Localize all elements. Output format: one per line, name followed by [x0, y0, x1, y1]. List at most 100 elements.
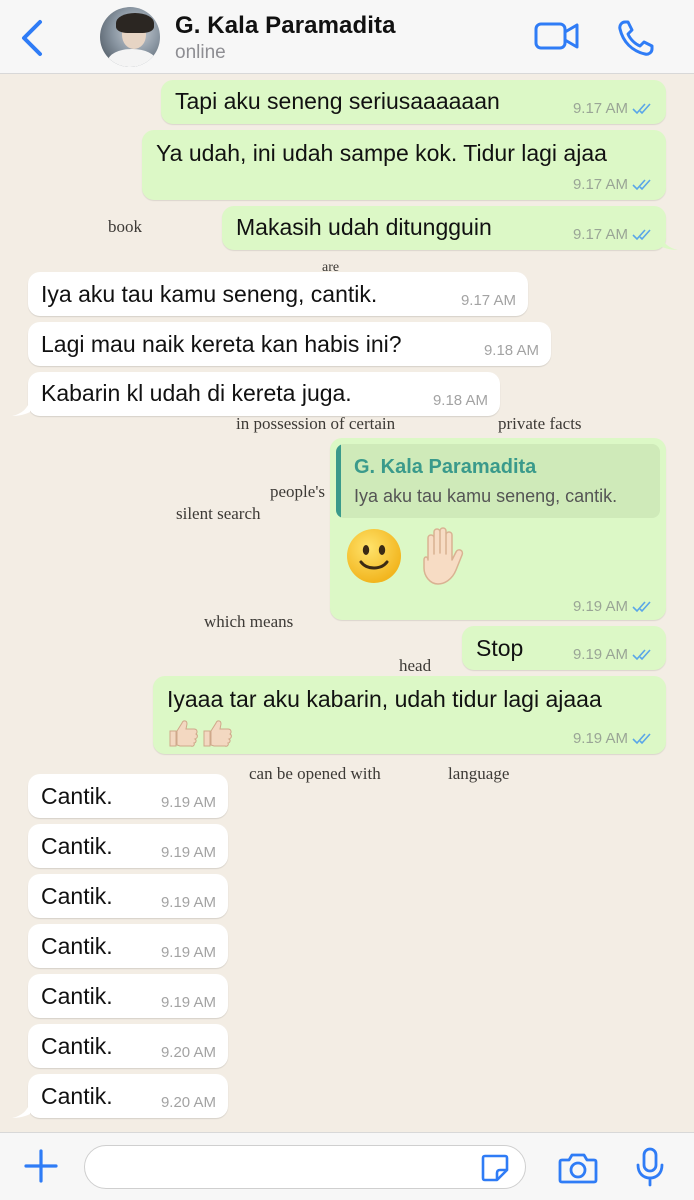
message-meta: 9.20 AM: [161, 1044, 216, 1061]
message-text: Iyaaa tar aku kabarin, udah tidur lagi a…: [167, 686, 602, 712]
incoming-message[interactable]: Kabarin kl udah di kereta juga. 9.18 AM: [28, 372, 500, 416]
camera-icon[interactable]: [558, 1151, 598, 1185]
outgoing-reply-message[interactable]: G. Kala Paramadita Iya aku tau kamu sene…: [330, 438, 666, 620]
message-composer-bar: [0, 1132, 694, 1200]
message-time: 9.20 AM: [160, 1044, 216, 1061]
raised-hand-emoji: [423, 527, 464, 585]
plus-icon[interactable]: [24, 1149, 58, 1183]
quoted-message[interactable]: G. Kala Paramadita Iya aku tau kamu sene…: [336, 444, 660, 518]
message-text: Cantik.: [41, 933, 113, 959]
quoted-text: Iya aku tau kamu seneng, cantik.: [354, 486, 618, 506]
bubble-tail: [12, 1102, 30, 1118]
message-text: Kabarin kl udah di kereta juga.: [41, 380, 352, 406]
message-text: Cantik.: [41, 1083, 113, 1109]
quoted-sender: G. Kala Paramadita: [354, 456, 537, 478]
read-receipt-icon: [632, 103, 651, 115]
chat-header: G. Kala Paramadita online: [0, 0, 694, 74]
message-time: 9.19 AM: [160, 894, 216, 911]
message-meta: 9.19 AM: [161, 944, 216, 961]
incoming-message[interactable]: Lagi mau naik kereta kan habis ini? 9.18…: [28, 322, 551, 366]
incoming-message[interactable]: Cantik. 9.19 AM: [28, 924, 228, 968]
wallpaper-text: book: [108, 217, 142, 236]
message-time: 9.19 AM: [160, 794, 216, 811]
chat-area[interactable]: book are in possession of certain privat…: [0, 74, 694, 1132]
wallpaper-text: private facts: [498, 414, 582, 433]
contact-name[interactable]: G. Kala Paramadita: [175, 12, 396, 40]
microphone-icon[interactable]: [634, 1147, 666, 1187]
message-meta: 9.18 AM: [484, 342, 539, 359]
sticker-icon[interactable]: [480, 1153, 510, 1183]
message-time: 9.17 AM: [572, 100, 628, 117]
message-time: 9.18 AM: [432, 392, 488, 409]
message-time: 9.18 AM: [483, 342, 539, 359]
message-text: Makasih udah ditungguin: [236, 214, 492, 240]
message-meta: 9.17 AM: [461, 292, 516, 309]
message-input[interactable]: [84, 1145, 526, 1189]
outgoing-message[interactable]: Makasih udah ditungguin 9.17 AM: [222, 206, 666, 250]
message-time: 9.19 AM: [572, 646, 628, 663]
wallpaper-text: silent search: [176, 504, 261, 523]
wallpaper-text: in possession of certain: [236, 414, 396, 433]
outgoing-message[interactable]: Tapi aku seneng seriusaaaaaan 9.17 AM: [161, 80, 666, 124]
video-camera-icon[interactable]: [534, 18, 580, 54]
wallpaper-text: people's: [270, 482, 325, 501]
incoming-message[interactable]: Cantik. 9.19 AM: [28, 874, 228, 918]
message-meta: 9.19 AM: [161, 794, 216, 811]
message-time: 9.19 AM: [572, 598, 628, 615]
back-chevron-icon[interactable]: [16, 18, 50, 58]
thumbs-up-emoji: [169, 720, 198, 747]
read-receipt-icon: [632, 229, 651, 241]
message-meta: 9.19 AM: [573, 598, 654, 615]
wallpaper-text: head: [399, 656, 432, 675]
message-time: 9.20 AM: [160, 1094, 216, 1111]
message-meta: 9.19 AM: [573, 730, 654, 747]
contact-avatar[interactable]: [100, 7, 160, 67]
outgoing-message[interactable]: Ya udah, ini udah sampe kok. Tidur lagi …: [142, 130, 666, 200]
message-meta: 9.19 AM: [161, 844, 216, 861]
message-meta: 9.17 AM: [573, 100, 654, 117]
message-text: Tapi aku seneng seriusaaaaaan: [175, 88, 500, 114]
message-meta: 9.19 AM: [161, 894, 216, 911]
message-text: Lagi mau naik kereta kan habis ini?: [41, 331, 402, 357]
message-text: Ya udah, ini udah sampe kok. Tidur lagi …: [156, 140, 607, 166]
message-time: 9.17 AM: [460, 292, 516, 309]
incoming-message[interactable]: Cantik. 9.19 AM: [28, 974, 228, 1018]
message-meta: 9.17 AM: [573, 176, 654, 193]
message-text: Cantik.: [41, 833, 113, 859]
message-time: 9.19 AM: [160, 994, 216, 1011]
read-receipt-icon: [632, 649, 651, 661]
slightly-smiling-face-emoji: [347, 529, 401, 583]
message-time: 9.19 AM: [160, 944, 216, 961]
bubble-tail: [660, 234, 678, 250]
message-text: Iya aku tau kamu seneng, cantik.: [41, 281, 378, 307]
bubble-tail: [12, 400, 30, 416]
read-receipt-icon: [632, 179, 651, 191]
read-receipt-icon: [632, 733, 651, 745]
outgoing-message[interactable]: Stop 9.19 AM: [462, 626, 666, 670]
outgoing-message[interactable]: Iyaaa tar aku kabarin, udah tidur lagi a…: [153, 676, 666, 754]
message-time: 9.17 AM: [572, 176, 628, 193]
phone-icon[interactable]: [616, 18, 656, 58]
message-meta: 9.18 AM: [433, 392, 488, 409]
incoming-message[interactable]: Cantik. 9.20 AM: [28, 1074, 228, 1118]
incoming-message[interactable]: Cantik. 9.20 AM: [28, 1024, 228, 1068]
message-meta: 9.19 AM: [573, 646, 654, 663]
wallpaper-text: can be opened with: [249, 764, 381, 783]
message-text: Cantik.: [41, 983, 113, 1009]
thumbs-up-emojis: [167, 718, 233, 748]
read-receipt-icon: [632, 601, 651, 613]
message-text: Cantik.: [41, 883, 113, 909]
message-meta: 9.20 AM: [161, 1094, 216, 1111]
incoming-message[interactable]: Cantik. 9.19 AM: [28, 824, 228, 868]
message-meta: 9.17 AM: [573, 226, 654, 243]
incoming-message[interactable]: Iya aku tau kamu seneng, cantik. 9.17 AM: [28, 272, 528, 316]
message-text: Cantik.: [41, 783, 113, 809]
message-time: 9.19 AM: [160, 844, 216, 861]
message-time: 9.17 AM: [572, 226, 628, 243]
thumbs-up-emoji: [203, 720, 232, 747]
wallpaper-text: language: [448, 764, 510, 783]
message-time: 9.19 AM: [572, 730, 628, 747]
wallpaper-text: which means: [204, 612, 294, 631]
message-text: Stop: [476, 635, 524, 661]
incoming-message[interactable]: Cantik. 9.19 AM: [28, 774, 228, 818]
